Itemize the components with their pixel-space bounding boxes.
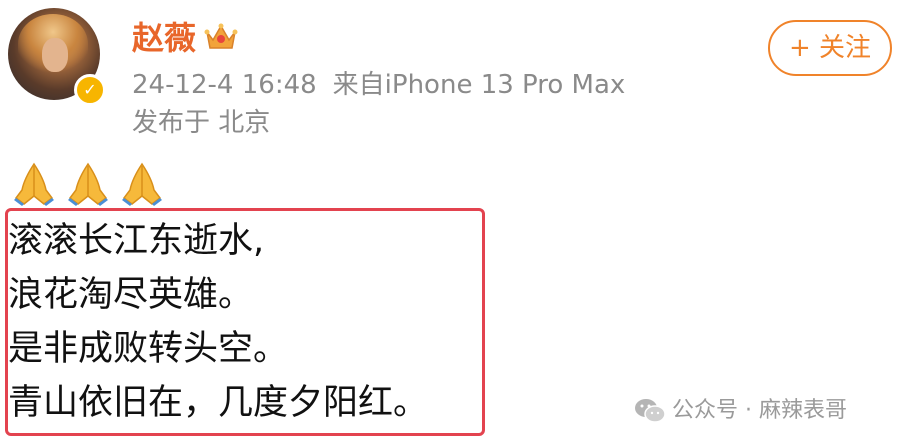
poem-line: 青山依旧在，几度夕阳红。 bbox=[8, 383, 429, 423]
post-timestamp: 24-12-4 16:48 bbox=[132, 70, 317, 100]
pray-icon bbox=[122, 162, 162, 206]
poem-line: 滚滚长江东逝水, bbox=[8, 221, 265, 261]
poem-line: 是非成败转头空。 bbox=[8, 329, 289, 369]
post-meta: 24-12-4 16:48 来自iPhone 13 Pro Max bbox=[132, 68, 625, 102]
crown-icon bbox=[204, 23, 238, 49]
avatar-face bbox=[42, 38, 68, 72]
post-source: 来自iPhone 13 Pro Max bbox=[332, 70, 626, 100]
pray-icon bbox=[14, 162, 54, 206]
verified-badge-icon: ✓ bbox=[74, 74, 106, 106]
post-location: 发布于 北京 bbox=[132, 108, 271, 138]
watermark-text: 公众号 · 麻辣表哥 bbox=[672, 398, 847, 423]
emoji-row bbox=[10, 160, 166, 206]
username[interactable]: 赵薇 bbox=[132, 16, 196, 60]
poem-line: 浪花淘尽英雄。 bbox=[8, 275, 254, 315]
watermark: 公众号 · 麻辣表哥 bbox=[634, 394, 847, 428]
post-text: 滚滚长江东逝水, 浪花淘尽英雄。 是非成败转头空。 青山依旧在，几度夕阳红。 bbox=[8, 214, 428, 430]
pray-icon bbox=[68, 162, 108, 206]
follow-button[interactable]: + 关注 bbox=[768, 20, 892, 76]
wechat-icon bbox=[635, 399, 666, 423]
